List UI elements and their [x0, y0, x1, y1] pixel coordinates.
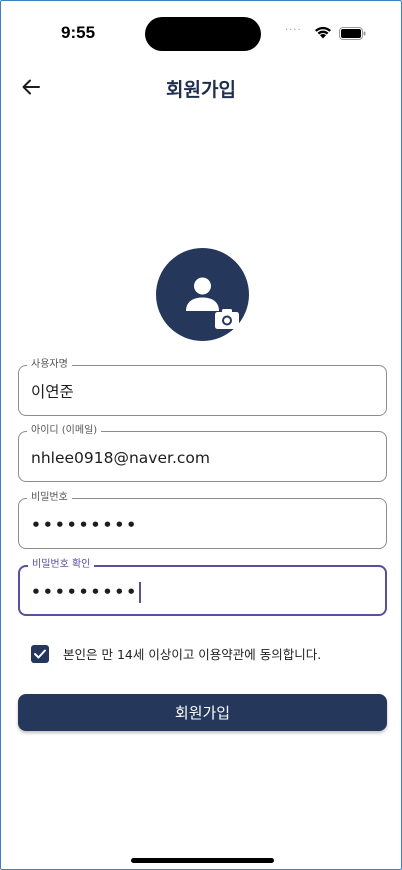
password-confirm-value: •••••••••: [31, 583, 139, 601]
text-caret: [139, 582, 142, 603]
person-icon: [186, 277, 219, 311]
signup-button-label: 회원가입: [174, 704, 231, 722]
app-frame: 9:55 ···· 회원가입 사용자명 이연준 아이디 (이메일) nhlee0…: [0, 0, 402, 870]
check-icon: [34, 649, 46, 658]
agree-text: 본인은 만 14세 이상이고 이용약관에 동의합니다.: [63, 647, 322, 662]
camera-icon[interactable]: [215, 309, 239, 329]
header: 회원가입: [1, 67, 401, 107]
battery-icon: [339, 27, 366, 40]
password-confirm-value-wrap: •••••••••: [31, 582, 142, 603]
page-title: 회원가입: [166, 79, 236, 101]
agree-row: 본인은 만 14세 이상이고 이용약관에 동의합니다.: [31, 644, 321, 663]
username-value: 이연준: [31, 383, 74, 401]
dynamic-island: [145, 17, 261, 51]
signal-icon: ····: [285, 25, 302, 36]
username-label: 사용자명: [27, 358, 72, 372]
password-confirm-label: 비밀번호 확인: [28, 558, 95, 572]
email-field[interactable]: 아이디 (이메일) nhlee0918@naver.com: [18, 424, 387, 482]
status-bar: 9:55 ····: [1, 1, 401, 61]
username-field[interactable]: 사용자명 이연준: [18, 358, 387, 416]
password-field[interactable]: 비밀번호 •••••••••: [18, 491, 387, 549]
password-confirm-field[interactable]: 비밀번호 확인 •••••••••: [18, 558, 387, 616]
status-time: 9:55: [61, 23, 96, 42]
wifi-icon: [315, 26, 331, 39]
email-value: nhlee0918@naver.com: [31, 449, 210, 467]
password-label: 비밀번호: [27, 491, 72, 505]
home-indicator[interactable]: [131, 858, 274, 863]
password-value: •••••••••: [31, 516, 139, 534]
signup-button[interactable]: 회원가입: [18, 694, 387, 731]
agree-checkbox[interactable]: [31, 644, 49, 663]
email-label: 아이디 (이메일): [27, 424, 102, 438]
